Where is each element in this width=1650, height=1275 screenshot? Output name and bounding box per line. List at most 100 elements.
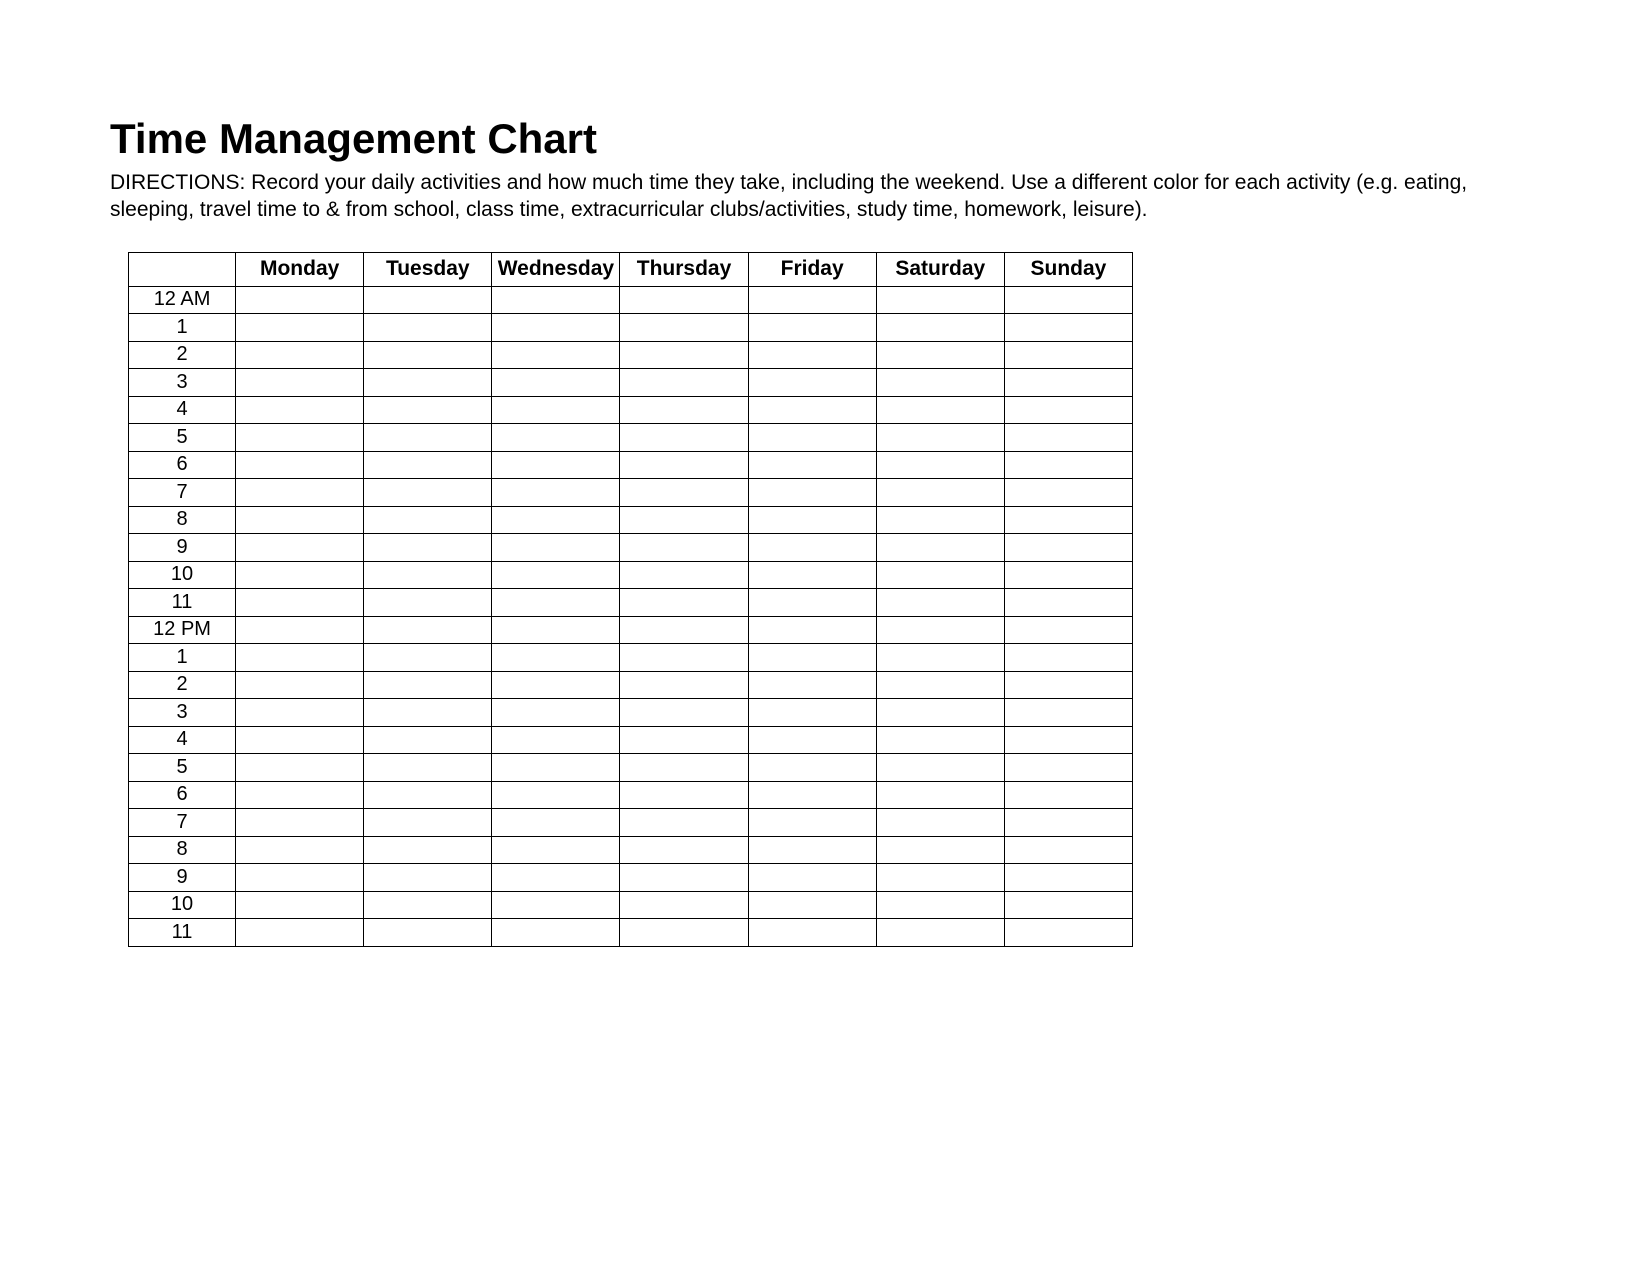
activity-cell[interactable]: [876, 506, 1004, 534]
activity-cell[interactable]: [620, 644, 748, 672]
activity-cell[interactable]: [876, 754, 1004, 782]
activity-cell[interactable]: [620, 451, 748, 479]
activity-cell[interactable]: [236, 671, 364, 699]
activity-cell[interactable]: [876, 699, 1004, 727]
activity-cell[interactable]: [620, 286, 748, 314]
activity-cell[interactable]: [748, 809, 876, 837]
activity-cell[interactable]: [620, 864, 748, 892]
activity-cell[interactable]: [876, 424, 1004, 452]
activity-cell[interactable]: [236, 561, 364, 589]
activity-cell[interactable]: [236, 726, 364, 754]
activity-cell[interactable]: [876, 341, 1004, 369]
activity-cell[interactable]: [236, 424, 364, 452]
activity-cell[interactable]: [364, 479, 492, 507]
activity-cell[interactable]: [492, 781, 620, 809]
activity-cell[interactable]: [748, 671, 876, 699]
activity-cell[interactable]: [492, 726, 620, 754]
activity-cell[interactable]: [492, 891, 620, 919]
activity-cell[interactable]: [876, 616, 1004, 644]
activity-cell[interactable]: [620, 341, 748, 369]
activity-cell[interactable]: [236, 341, 364, 369]
activity-cell[interactable]: [492, 534, 620, 562]
activity-cell[interactable]: [492, 836, 620, 864]
activity-cell[interactable]: [1004, 726, 1132, 754]
activity-cell[interactable]: [748, 836, 876, 864]
activity-cell[interactable]: [876, 534, 1004, 562]
activity-cell[interactable]: [364, 589, 492, 617]
activity-cell[interactable]: [1004, 891, 1132, 919]
activity-cell[interactable]: [492, 699, 620, 727]
activity-cell[interactable]: [236, 589, 364, 617]
activity-cell[interactable]: [1004, 836, 1132, 864]
activity-cell[interactable]: [620, 616, 748, 644]
activity-cell[interactable]: [364, 341, 492, 369]
activity-cell[interactable]: [492, 644, 620, 672]
activity-cell[interactable]: [236, 506, 364, 534]
activity-cell[interactable]: [876, 836, 1004, 864]
activity-cell[interactable]: [620, 754, 748, 782]
activity-cell[interactable]: [620, 396, 748, 424]
activity-cell[interactable]: [1004, 616, 1132, 644]
activity-cell[interactable]: [748, 589, 876, 617]
activity-cell[interactable]: [876, 561, 1004, 589]
activity-cell[interactable]: [364, 919, 492, 947]
activity-cell[interactable]: [876, 726, 1004, 754]
activity-cell[interactable]: [236, 919, 364, 947]
activity-cell[interactable]: [1004, 781, 1132, 809]
activity-cell[interactable]: [236, 479, 364, 507]
activity-cell[interactable]: [364, 424, 492, 452]
activity-cell[interactable]: [876, 864, 1004, 892]
activity-cell[interactable]: [876, 809, 1004, 837]
activity-cell[interactable]: [236, 286, 364, 314]
activity-cell[interactable]: [620, 506, 748, 534]
activity-cell[interactable]: [620, 314, 748, 342]
activity-cell[interactable]: [1004, 919, 1132, 947]
activity-cell[interactable]: [236, 451, 364, 479]
activity-cell[interactable]: [620, 809, 748, 837]
activity-cell[interactable]: [620, 479, 748, 507]
activity-cell[interactable]: [236, 396, 364, 424]
activity-cell[interactable]: [620, 369, 748, 397]
activity-cell[interactable]: [364, 726, 492, 754]
activity-cell[interactable]: [236, 781, 364, 809]
activity-cell[interactable]: [236, 644, 364, 672]
activity-cell[interactable]: [748, 699, 876, 727]
activity-cell[interactable]: [620, 699, 748, 727]
activity-cell[interactable]: [1004, 479, 1132, 507]
activity-cell[interactable]: [1004, 341, 1132, 369]
activity-cell[interactable]: [236, 616, 364, 644]
activity-cell[interactable]: [364, 369, 492, 397]
activity-cell[interactable]: [1004, 286, 1132, 314]
activity-cell[interactable]: [1004, 754, 1132, 782]
activity-cell[interactable]: [1004, 369, 1132, 397]
activity-cell[interactable]: [492, 341, 620, 369]
activity-cell[interactable]: [620, 671, 748, 699]
activity-cell[interactable]: [492, 671, 620, 699]
activity-cell[interactable]: [492, 589, 620, 617]
activity-cell[interactable]: [236, 754, 364, 782]
activity-cell[interactable]: [492, 424, 620, 452]
activity-cell[interactable]: [1004, 506, 1132, 534]
activity-cell[interactable]: [876, 919, 1004, 947]
activity-cell[interactable]: [1004, 671, 1132, 699]
activity-cell[interactable]: [1004, 451, 1132, 479]
activity-cell[interactable]: [364, 754, 492, 782]
activity-cell[interactable]: [492, 754, 620, 782]
activity-cell[interactable]: [1004, 589, 1132, 617]
activity-cell[interactable]: [876, 671, 1004, 699]
activity-cell[interactable]: [1004, 809, 1132, 837]
activity-cell[interactable]: [748, 369, 876, 397]
activity-cell[interactable]: [492, 369, 620, 397]
activity-cell[interactable]: [748, 534, 876, 562]
activity-cell[interactable]: [1004, 864, 1132, 892]
activity-cell[interactable]: [236, 836, 364, 864]
activity-cell[interactable]: [748, 506, 876, 534]
activity-cell[interactable]: [748, 616, 876, 644]
activity-cell[interactable]: [748, 286, 876, 314]
activity-cell[interactable]: [620, 534, 748, 562]
activity-cell[interactable]: [620, 891, 748, 919]
activity-cell[interactable]: [492, 919, 620, 947]
activity-cell[interactable]: [1004, 424, 1132, 452]
activity-cell[interactable]: [748, 781, 876, 809]
activity-cell[interactable]: [876, 396, 1004, 424]
